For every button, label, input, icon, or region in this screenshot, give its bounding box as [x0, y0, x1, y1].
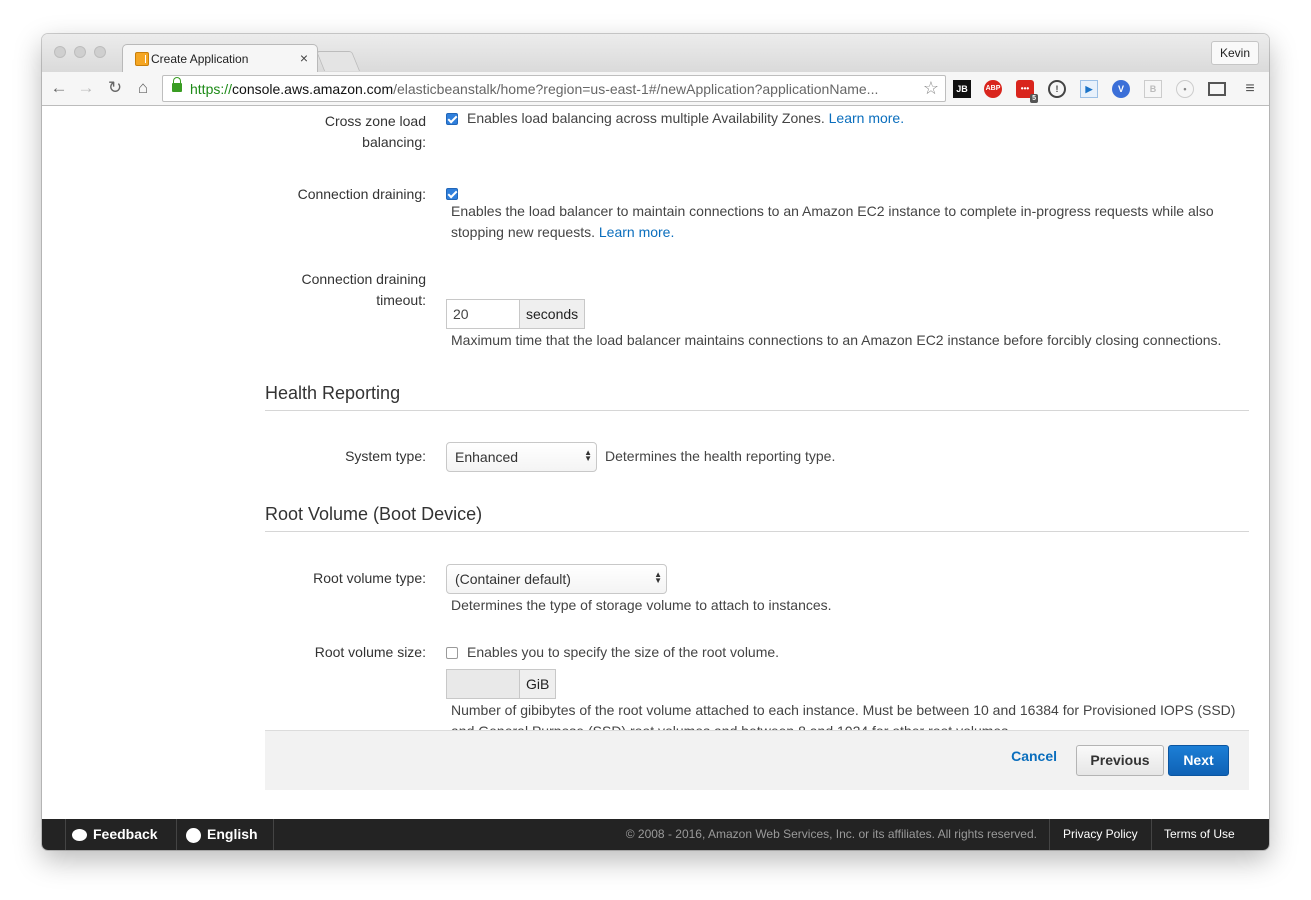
extension-badge: 5	[1030, 94, 1038, 103]
new-tab-button[interactable]	[315, 51, 361, 71]
root-volume-heading: Root Volume (Boot Device)	[265, 504, 1249, 532]
jetbrains-icon[interactable]: JB	[953, 80, 971, 98]
page-content: Cross zone load balancing: Enables load …	[42, 106, 1269, 819]
play-extension-icon[interactable]: ▶	[1080, 80, 1098, 98]
system-type-select[interactable]: Enhanced ▲ ▼	[446, 442, 597, 472]
system-type-help: Determines the health reporting type.	[605, 448, 836, 464]
connection-draining-learn-more-link[interactable]: Learn more.	[599, 224, 674, 240]
forward-arrow-icon[interactable]: →	[75, 78, 97, 98]
footer-divider	[1151, 819, 1152, 850]
root-volume-size-input[interactable]	[446, 669, 520, 699]
cross-zone-checkbox[interactable]	[446, 113, 458, 125]
back-arrow-icon[interactable]: ←	[48, 78, 70, 98]
footer-divider	[273, 819, 274, 850]
v-extension-icon[interactable]: V	[1112, 80, 1130, 98]
tab-close-button[interactable]: ×	[300, 50, 308, 66]
globe-icon	[186, 827, 201, 843]
browser-toolbar: ← → ↻ ⌂ https://console.aws.amazon.com/e…	[42, 72, 1269, 106]
footer-divider	[176, 819, 177, 850]
privacy-policy-link[interactable]: Privacy Policy	[1063, 819, 1138, 850]
ellipsis-extension-icon[interactable]: ••• 5	[1016, 80, 1038, 103]
lock-icon	[172, 77, 182, 92]
health-reporting-heading: Health Reporting	[265, 383, 1249, 411]
root-volume-size-label: Root volume size:	[314, 644, 426, 660]
root-volume-size-checkbox[interactable]	[446, 647, 458, 659]
b-extension-icon[interactable]: B	[1144, 80, 1162, 98]
root-volume-size-checkbox-text: Enables you to specify the size of the r…	[467, 644, 780, 660]
connection-draining-description: Enables the load balancer to maintain co…	[451, 203, 1214, 240]
reload-icon[interactable]: ↻	[104, 78, 126, 98]
circle-extension-icon[interactable]: •	[1176, 80, 1194, 98]
cross-zone-learn-more-link[interactable]: Learn more.	[829, 110, 904, 126]
speech-bubble-icon	[72, 829, 87, 842]
footer-divider	[1049, 819, 1050, 850]
wizard-action-bar: Cancel Previous Next	[265, 730, 1249, 790]
draining-timeout-label: Connection draining timeout:	[301, 271, 426, 308]
language-selector[interactable]: English	[186, 819, 258, 850]
root-volume-type-help: Determines the type of storage volume to…	[451, 597, 832, 613]
next-button[interactable]: Next	[1168, 745, 1229, 776]
browser-window: Create Application × Kevin ← → ↻ ⌂ https…	[42, 34, 1269, 850]
adblock-plus-icon[interactable]: ABP	[984, 80, 1002, 98]
title-bar: Create Application × Kevin	[42, 34, 1269, 72]
menu-icon[interactable]: ≡	[1241, 81, 1259, 99]
onepassword-icon[interactable]: !	[1048, 80, 1066, 98]
tab-title: Create Application	[151, 52, 249, 66]
connection-draining-checkbox[interactable]	[446, 188, 458, 200]
cross-zone-description: Enables load balancing across multiple A…	[467, 110, 905, 126]
browser-tab[interactable]: Create Application ×	[122, 44, 318, 72]
draining-timeout-help: Maximum time that the load balancer main…	[451, 332, 1222, 348]
maximize-window-button[interactable]	[94, 46, 106, 58]
page-footer: Feedback English © 2008 - 2016, Amazon W…	[42, 819, 1269, 850]
feedback-link[interactable]: Feedback	[72, 819, 158, 850]
select-arrows-icon: ▲ ▼	[584, 448, 592, 463]
bookmark-star-icon[interactable]: ☆	[923, 78, 939, 99]
seconds-unit-addon: seconds	[520, 299, 586, 329]
connection-draining-label: Connection draining:	[297, 186, 426, 202]
cancel-button[interactable]: Cancel	[1011, 748, 1057, 764]
cast-icon[interactable]	[1208, 82, 1226, 96]
address-bar[interactable]: https://console.aws.amazon.com/elasticbe…	[162, 75, 946, 102]
aws-favicon-icon	[135, 52, 149, 66]
root-volume-type-label: Root volume type:	[313, 570, 426, 586]
home-icon[interactable]: ⌂	[132, 78, 154, 98]
cross-zone-label: Cross zone load balancing:	[324, 113, 426, 150]
draining-timeout-input[interactable]	[446, 299, 520, 329]
copyright-text: © 2008 - 2016, Amazon Web Services, Inc.…	[625, 827, 1037, 841]
url-text: https://console.aws.amazon.com/elasticbe…	[190, 81, 879, 97]
terms-of-use-link[interactable]: Terms of Use	[1164, 819, 1235, 850]
select-arrows-icon: ▲ ▼	[654, 570, 662, 585]
close-window-button[interactable]	[54, 46, 66, 58]
root-volume-type-select[interactable]: (Container default) ▲ ▼	[446, 564, 667, 594]
gib-unit-addon: GiB	[520, 669, 557, 699]
previous-button[interactable]: Previous	[1076, 745, 1164, 776]
system-type-label: System type:	[345, 448, 426, 464]
profile-button[interactable]: Kevin	[1210, 41, 1259, 65]
minimize-window-button[interactable]	[74, 46, 86, 58]
footer-divider	[65, 819, 66, 850]
